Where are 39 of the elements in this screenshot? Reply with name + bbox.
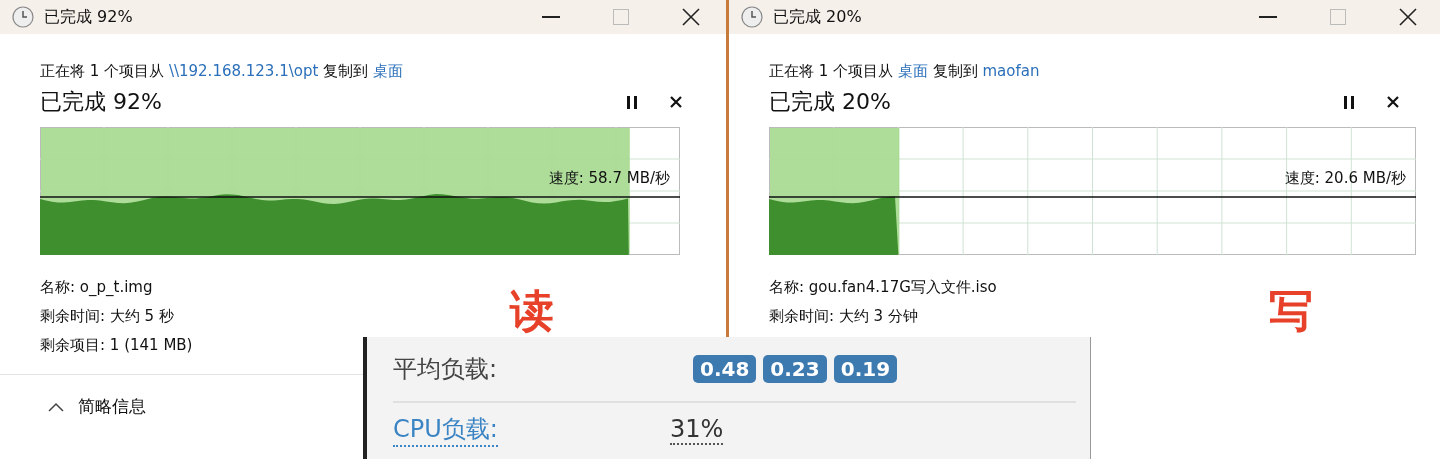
clock-icon — [741, 6, 763, 28]
clock-icon — [12, 6, 34, 28]
minimize-icon — [542, 16, 560, 18]
pause-icon — [627, 95, 637, 109]
minimize-icon — [1259, 16, 1277, 18]
window-title: 已完成 20% — [773, 6, 863, 28]
load-badge: 0.48 — [693, 355, 757, 383]
cpu-load-value: 31% — [669, 415, 724, 445]
detail-text: 剩余时间: 大约 3 分钟 — [769, 306, 918, 327]
close-icon — [1387, 96, 1399, 108]
annotation-text: 写 — [1269, 284, 1313, 338]
load-label: 平均负载: — [393, 354, 499, 385]
details-toggle[interactable]: 简略信息 — [78, 395, 146, 418]
pause-icon — [1344, 95, 1354, 109]
close-icon — [682, 8, 700, 26]
copy-description: 正在将 1 个项目从 \\192.168.123.1\opt 复制到 桌面 — [40, 62, 404, 81]
load-badge: 0.23 — [763, 355, 827, 383]
copy-description: 正在将 1 个项目从 桌面 复制到 maofan — [769, 62, 1041, 81]
detail-text: 名称: gou.fan4.17G写入文件.iso — [769, 277, 997, 298]
speed-label: 速度: 58.7 MB/秒 — [548, 169, 670, 188]
progress-heading: 已完成 92% — [40, 88, 163, 116]
progress-heading: 已完成 20% — [769, 88, 892, 116]
annotation-text: 读 — [510, 284, 554, 338]
speed-label: 速度: 20.6 MB/秒 — [1284, 169, 1406, 188]
destination-link[interactable]: 桌面 — [372, 62, 403, 80]
caret-icon — [48, 401, 64, 412]
source-link[interactable]: \\192.168.123.1\opt — [168, 62, 319, 80]
maximize-icon — [613, 9, 629, 25]
close-icon — [1399, 8, 1417, 26]
detail-text: 剩余时间: 大约 5 秒 — [40, 306, 174, 327]
window-title: 已完成 92% — [44, 6, 134, 28]
cpu-load-link[interactable]: CPU负载: — [393, 413, 498, 447]
detail-text: 剩余项目: 1 (141 MB) — [40, 335, 193, 356]
source-link[interactable]: 桌面 — [897, 62, 928, 80]
maximize-icon — [1330, 9, 1346, 25]
load-badge: 0.19 — [833, 355, 898, 383]
detail-text: 名称: o_p_t.img — [40, 277, 153, 298]
destination-link[interactable]: maofan — [982, 62, 1040, 80]
close-icon — [670, 96, 682, 108]
